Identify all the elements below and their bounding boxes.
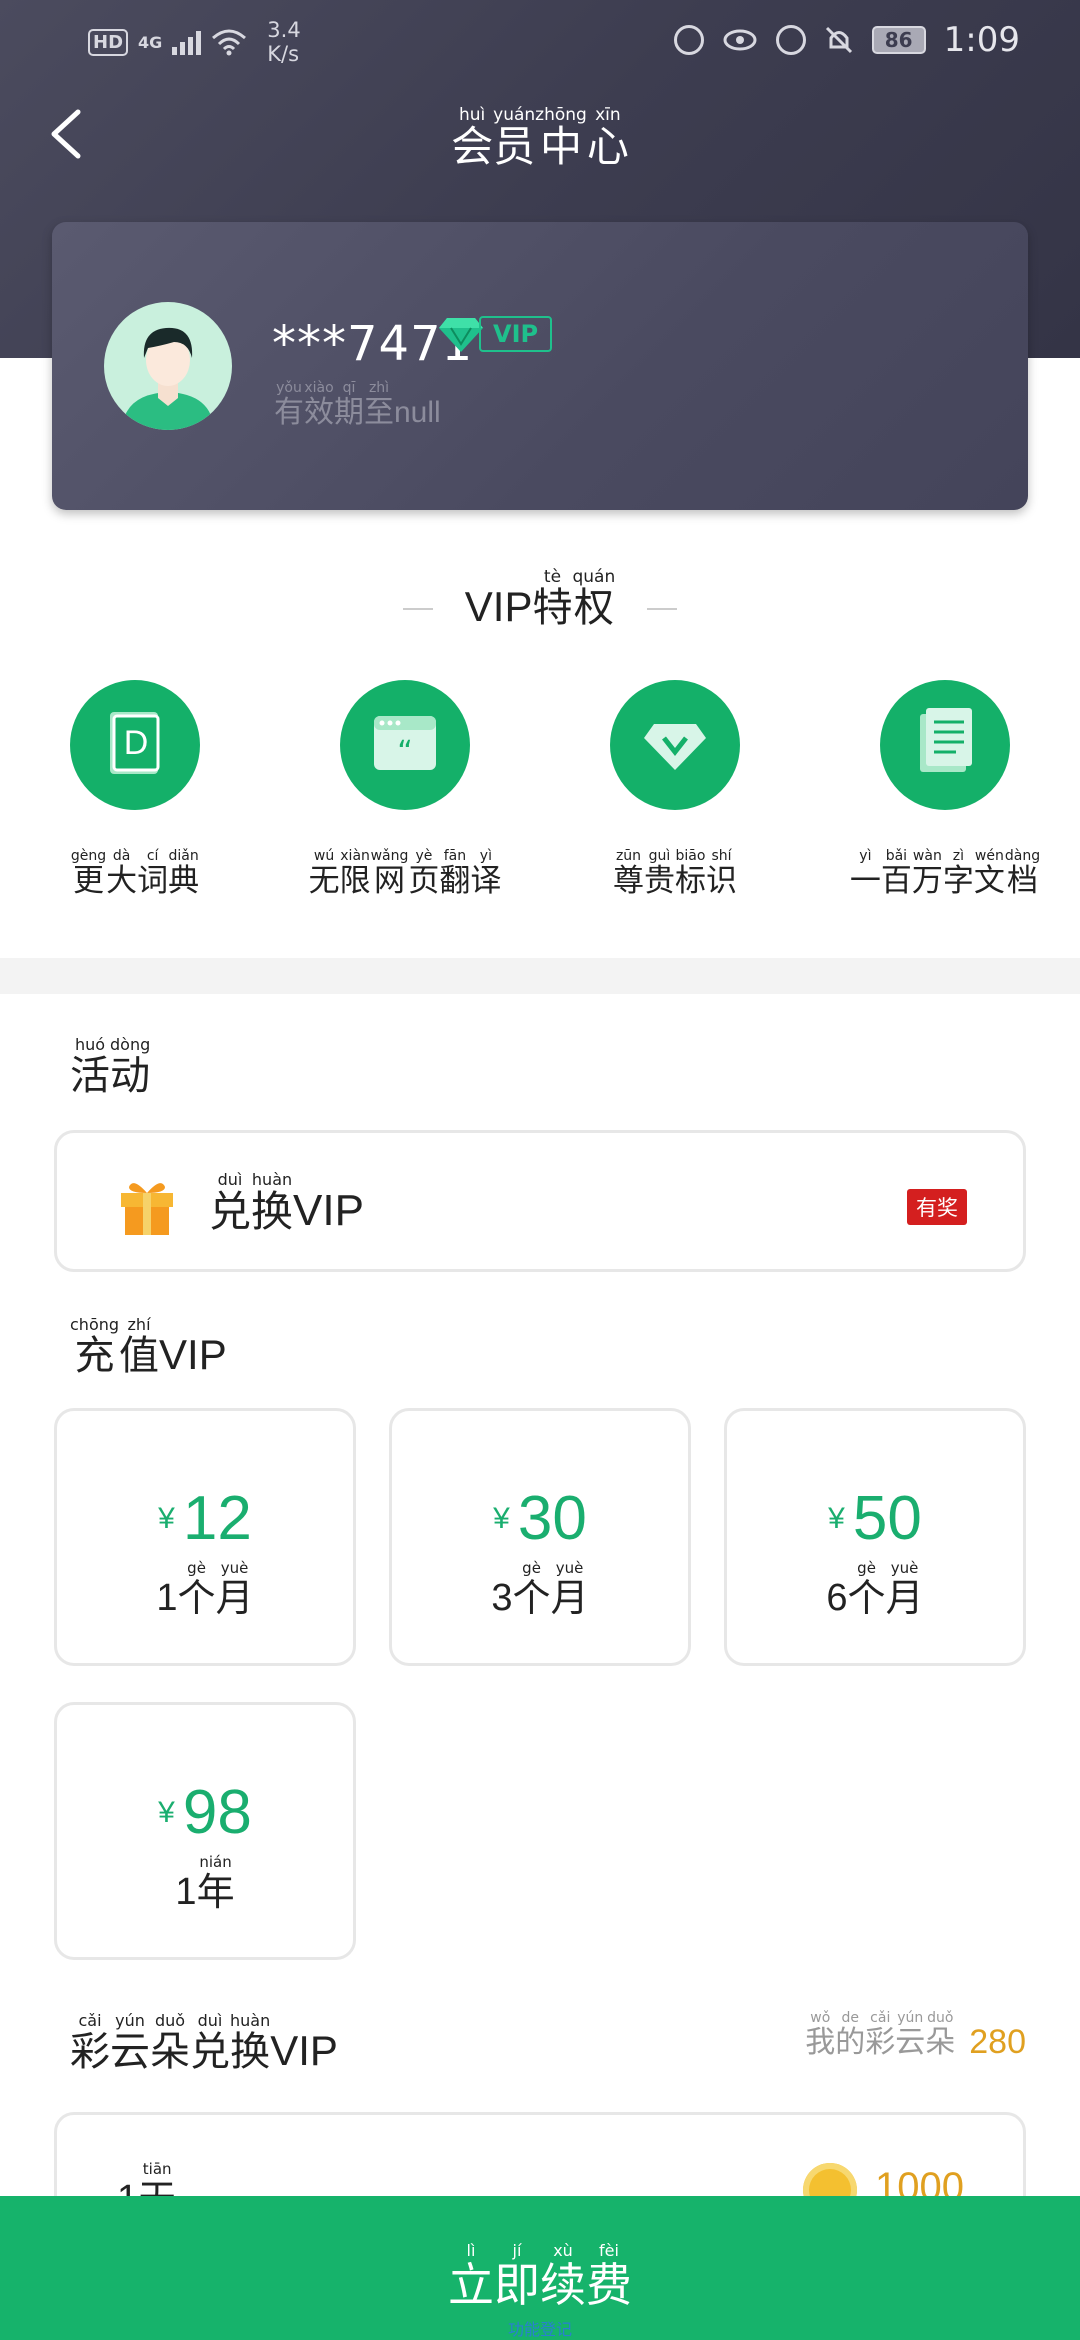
expiry-char: qī 期	[334, 380, 364, 430]
plan-period: 1 nián 年	[175, 1853, 235, 1914]
plan-period: 3 gè 个 yuè 月	[491, 1559, 589, 1620]
plan-period: 6 gè 个 yuè 月	[826, 1559, 924, 1620]
eye-comfort-icon	[723, 29, 757, 51]
vip-center-page: HD 4G 3.4 K/s 86 1:09 huì 会 yuán 员 zhōng 中 xīn 心	[0, 0, 1080, 2340]
expiry-info: yǒu 有 xiào 效 qī 期 zhì 至 null	[274, 380, 441, 430]
data-saver-icon	[673, 25, 704, 55]
alarm-icon	[775, 25, 806, 55]
exchange-vip-suffix: VIP	[293, 1186, 364, 1235]
svg-text:D: D	[124, 724, 149, 762]
privilege-icon-bg: “	[340, 680, 470, 810]
title-divider-right	[647, 608, 678, 610]
section-divider	[0, 958, 1080, 994]
renew-label: lì 立 jí 即 xù 续 fèi 费	[448, 2241, 632, 2312]
dictionary-icon: D	[110, 712, 160, 774]
expiry-char: xiào 效	[304, 380, 334, 430]
cloud-exchange-title: cǎi 彩 yún 云 duǒ 朵 duì 兑 huàn 换 VIP	[70, 2011, 338, 2075]
page-title: huì 会 yuán 员 zhōng 中 xīn 心	[0, 106, 1080, 170]
cloud-exchange-suffix: VIP	[270, 2027, 338, 2074]
net-speed: 3.4 K/s	[267, 18, 300, 66]
plan-price: ¥30	[493, 1484, 587, 1553]
user-card: ***7471 VIP yǒu 有 xiào 效 qī 期 zhì 至 null	[52, 222, 1028, 510]
title-char: zhōng 中	[535, 105, 587, 171]
privilege-icon-bg: D	[70, 680, 200, 810]
recharge-title: chōng 充 zhí 值 VIP	[70, 1315, 227, 1379]
renew-subtext: 功能登记	[507, 2320, 572, 2339]
privilege-icon-bg	[880, 680, 1010, 810]
expiry-char: zhì 至	[364, 380, 394, 430]
title-char: yuán 员	[493, 105, 536, 171]
renew-button[interactable]: lì 立 jí 即 xù 续 fèi 费 功能登记	[0, 2196, 1080, 2340]
privilege-badge[interactable]: zūn 尊 guì 贵 biāo 标 shí 识	[540, 680, 810, 898]
avatar	[104, 302, 232, 430]
net-speed-unit: K/s	[267, 42, 300, 66]
my-clouds[interactable]: wǒ 我 de 的 cǎi 彩 yún 云 duǒ 朵 280	[805, 2010, 1026, 2060]
title-divider-left	[402, 608, 433, 610]
my-clouds-value: 280	[969, 2023, 1026, 2061]
privileges-title-prefix: VIP	[464, 583, 533, 630]
clock: 1:09	[943, 20, 1020, 60]
plan-price: ¥12	[158, 1484, 252, 1553]
plan-6-months[interactable]: ¥50 6 gè 个 yuè 月	[724, 1408, 1026, 1666]
plan-price: ¥98	[158, 1778, 252, 1847]
diamond-icon	[439, 318, 483, 352]
title-char: xīn 心	[586, 105, 629, 171]
priv-title-char: quán 权	[572, 567, 616, 631]
plan-1-month[interactable]: ¥12 1 gè 个 yuè 月	[54, 1408, 356, 1666]
privilege-web-translate[interactable]: “ wú 无 xiàn 限 wǎng 网 yè 页 fān 翻 yì 译	[270, 680, 540, 898]
status-left: HD 4G 3.4 K/s	[88, 18, 301, 66]
expiry-value: null	[394, 396, 441, 429]
mute-icon	[825, 26, 852, 54]
vip-badge-text: VIP	[479, 316, 553, 352]
status-right: 86 1:09	[673, 20, 1020, 60]
priv-title-char: tè 特	[532, 567, 573, 631]
plan-1-year[interactable]: ¥98 1 nián 年	[54, 1702, 356, 1960]
plan-period: 1 gè 个 yuè 月	[156, 1559, 254, 1620]
network-type: 4G	[138, 32, 163, 52]
title-char: huì 会	[451, 105, 494, 171]
activity-title: huó 活 dòng 动	[70, 1035, 151, 1099]
exchange-vip-label: duì 兑 huàn 换 VIP	[209, 1170, 364, 1236]
svg-text:“: “	[397, 735, 413, 770]
gift-icon	[121, 1183, 173, 1235]
privileges-title: VIP tè 特 quán 权	[0, 568, 1080, 630]
privilege-dictionary[interactable]: D gèng 更 dà 大 cí 词 diǎn 典	[0, 680, 270, 898]
expiry-char: yǒu 有	[274, 380, 304, 430]
prize-badge: 有奖	[907, 1189, 967, 1225]
signal-icon	[172, 29, 202, 55]
wifi-icon	[212, 29, 247, 56]
privilege-label: wú 无 xiàn 限 wǎng 网 yè 页 fān 翻 yì 译	[308, 848, 502, 899]
diamond-icon	[644, 724, 706, 770]
user-avatar-icon	[122, 327, 214, 430]
recharge-title-suffix: VIP	[159, 1331, 227, 1378]
privilege-label: gèng 更 dà 大 cí 词 diǎn 典	[70, 848, 200, 899]
privilege-icon-bg	[610, 680, 740, 810]
privilege-document[interactable]: yì 一 bǎi 百 wàn 万 zì 字 wén 文 dàng 档	[810, 680, 1080, 898]
vip-badge: VIP	[437, 314, 553, 354]
net-speed-value: 3.4	[267, 18, 301, 42]
privilege-label: yì 一 bǎi 百 wàn 万 zì 字 wén 文 dàng 档	[849, 848, 1041, 899]
exchange-vip-card[interactable]: duì 兑 huàn 换 VIP 有奖	[54, 1130, 1026, 1272]
web-translate-icon: “	[374, 716, 436, 770]
hd-icon: HD	[88, 28, 129, 56]
status-bar: HD 4G 3.4 K/s 86 1:09	[0, 0, 1080, 80]
page-title-text: huì 会 yuán 员 zhōng 中 xīn 心	[451, 106, 629, 170]
document-icon	[920, 708, 972, 772]
privilege-label: zūn 尊 guì 贵 biāo 标 shí 识	[613, 848, 737, 899]
plan-3-months[interactable]: ¥30 3 gè 个 yuè 月	[389, 1408, 691, 1666]
plan-price: ¥50	[828, 1484, 922, 1553]
battery-icon: 86	[871, 26, 926, 54]
